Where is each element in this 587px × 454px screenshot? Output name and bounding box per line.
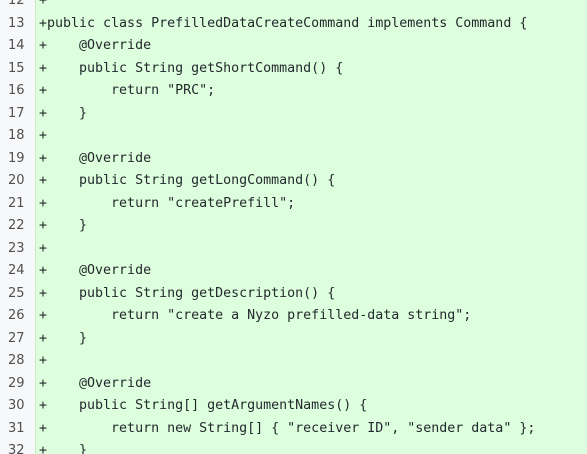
diff-line: 25 + public String getDescription() { <box>0 282 587 305</box>
diff-line: 28 + <box>0 350 587 373</box>
diff-line: 12 + <box>0 0 587 13</box>
diff-line: 27 + } <box>0 327 587 350</box>
line-number[interactable]: 29 <box>0 372 36 395</box>
code-diff-view: 12 +13 +public class PrefilledDataCreateCo… <box>0 0 587 454</box>
code-line: + return "createPrefill"; <box>36 192 587 215</box>
diff-line: 19 + @Override <box>0 147 587 170</box>
diff-line: 30 + public String[] getArgumentNames() { <box>0 395 587 418</box>
diff-line: 23 + <box>0 237 587 260</box>
code-line: +public class PrefilledDataCreateCommand… <box>36 12 587 35</box>
line-number[interactable]: 14 <box>0 35 36 58</box>
code-line: + } <box>36 327 587 350</box>
diff-line: 31 + return new String[] { "receiver ID",… <box>0 417 587 440</box>
line-number[interactable]: 23 <box>0 237 36 260</box>
code-line: + return "create a Nyzo prefilled-data s… <box>36 305 587 328</box>
code-line: + @Override <box>36 147 587 170</box>
code-line: + public String getShortCommand() { <box>36 57 587 80</box>
code-line: + return new String[] { "receiver ID", "… <box>36 417 587 440</box>
code-line: + public String getLongCommand() { <box>36 170 587 193</box>
diff-line: 15 + public String getShortCommand() { <box>0 57 587 80</box>
line-number[interactable]: 32 <box>0 440 36 454</box>
line-number[interactable]: 25 <box>0 282 36 305</box>
code-line: + } <box>36 215 587 238</box>
diff-lines: 12 +13 +public class PrefilledDataCreateCo… <box>0 0 587 454</box>
line-number[interactable]: 12 <box>0 0 36 13</box>
line-number[interactable]: 31 <box>0 417 36 440</box>
code-line: + <box>36 237 587 260</box>
diff-line: 22 + } <box>0 215 587 238</box>
code-line: + @Override <box>36 372 587 395</box>
diff-line: 32 + } <box>0 440 587 454</box>
line-number[interactable]: 20 <box>0 170 36 193</box>
diff-line: 26 + return "create a Nyzo prefilled-data… <box>0 305 587 328</box>
code-line: + @Override <box>36 260 587 283</box>
line-number[interactable]: 18 <box>0 125 36 148</box>
line-number[interactable]: 30 <box>0 395 36 418</box>
code-line: + return "PRC"; <box>36 80 587 103</box>
diff-line: 20 + public String getLongCommand() { <box>0 170 587 193</box>
code-line: + public String[] getArgumentNames() { <box>36 395 587 418</box>
line-number[interactable]: 16 <box>0 80 36 103</box>
code-line: + <box>36 350 587 373</box>
line-number[interactable]: 19 <box>0 147 36 170</box>
diff-line: 17 + } <box>0 102 587 125</box>
diff-line: 13 +public class PrefilledDataCreateComma… <box>0 12 587 35</box>
line-number[interactable]: 15 <box>0 57 36 80</box>
line-number[interactable]: 13 <box>0 12 36 35</box>
code-line: + } <box>36 102 587 125</box>
diff-line: 21 + return "createPrefill"; <box>0 192 587 215</box>
line-number[interactable]: 22 <box>0 215 36 238</box>
line-number[interactable]: 28 <box>0 350 36 373</box>
diff-line: 16 + return "PRC"; <box>0 80 587 103</box>
diff-line: 29 + @Override <box>0 372 587 395</box>
code-line: + @Override <box>36 35 587 58</box>
line-number[interactable]: 26 <box>0 305 36 328</box>
diff-line: 18 + <box>0 125 587 148</box>
line-number[interactable]: 21 <box>0 192 36 215</box>
code-line: + <box>36 0 587 13</box>
code-line: + } <box>36 440 587 454</box>
code-line: + public String getDescription() { <box>36 282 587 305</box>
line-number[interactable]: 27 <box>0 327 36 350</box>
diff-line: 24 + @Override <box>0 260 587 283</box>
line-number[interactable]: 24 <box>0 260 36 283</box>
diff-line: 14 + @Override <box>0 35 587 58</box>
code-line: + <box>36 125 587 148</box>
line-number[interactable]: 17 <box>0 102 36 125</box>
